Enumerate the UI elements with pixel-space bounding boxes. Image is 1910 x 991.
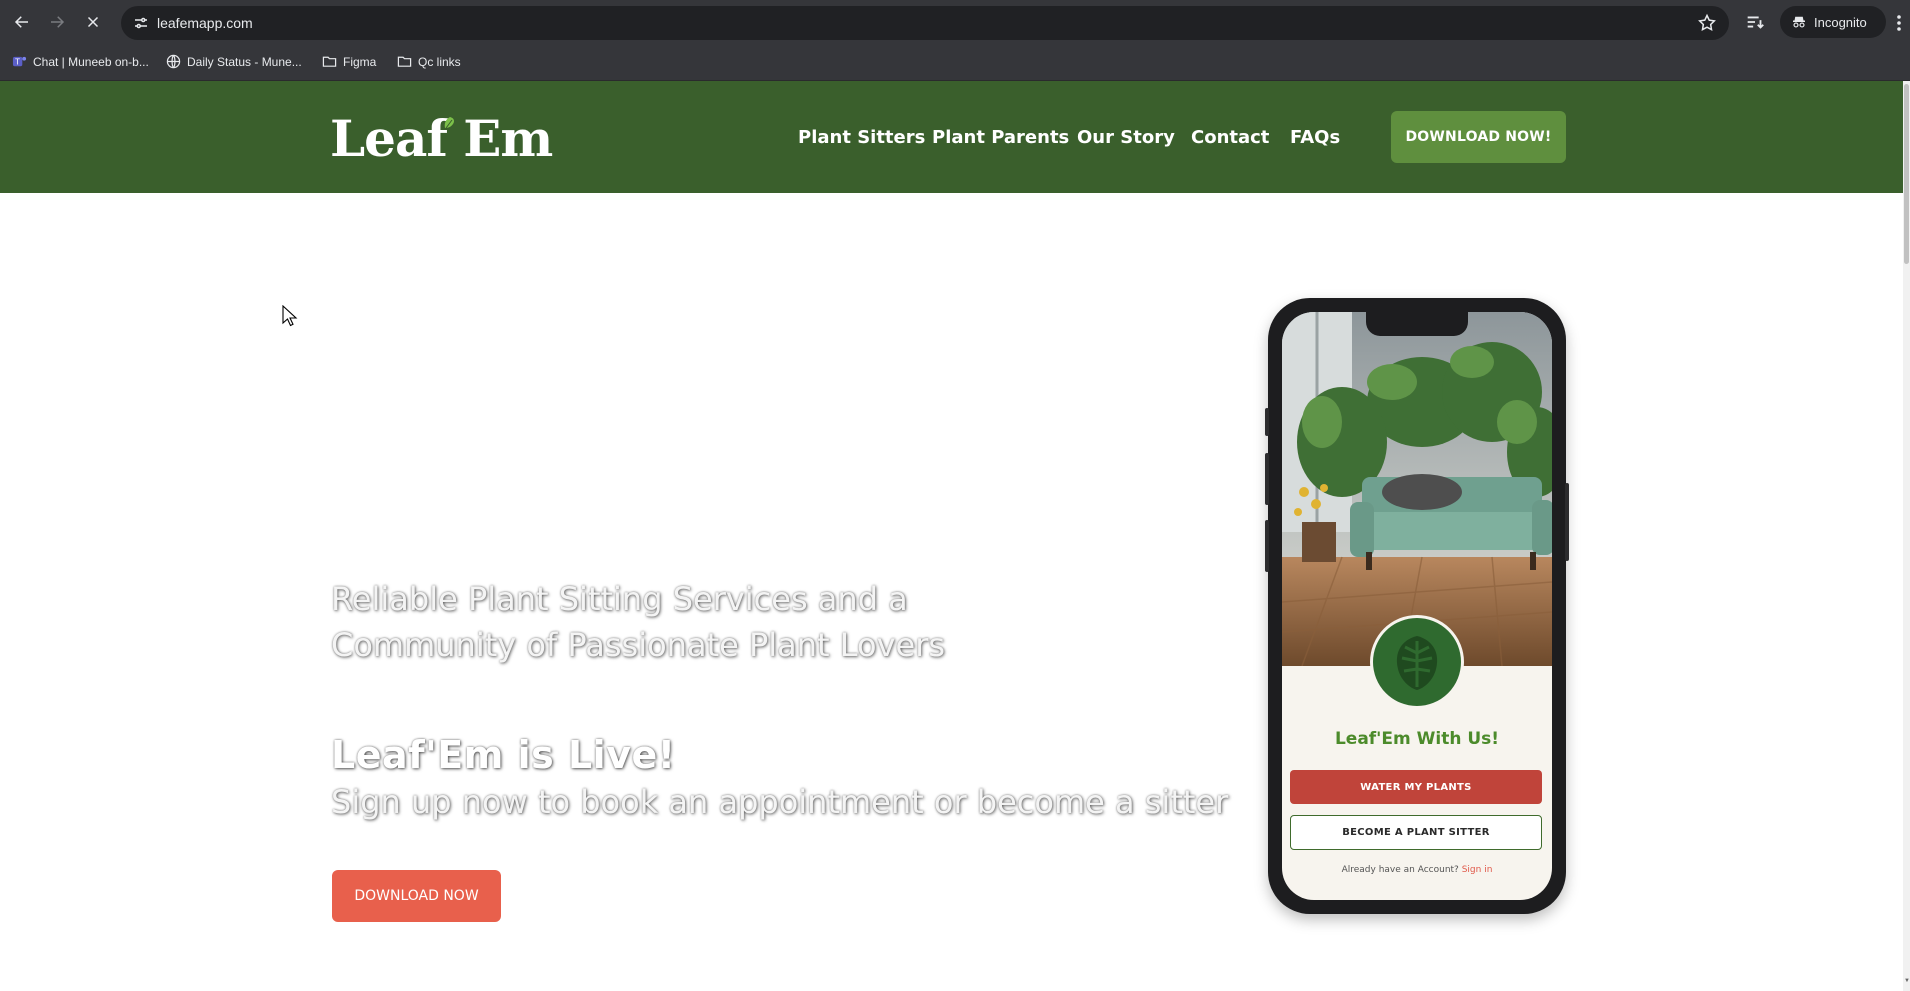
incognito-icon (1793, 16, 1805, 28)
hero-download-button[interactable]: DOWNLOAD NOW (332, 870, 501, 922)
scrollbar-thumb[interactable] (1904, 84, 1909, 264)
browser-toolbar: leafemapp.com Incognito (0, 0, 1910, 45)
monstera-logo-icon (1370, 615, 1464, 709)
bookmark-label: Figma (343, 54, 377, 69)
phone-mockup: Leaf'Em With Us! WATER MY PLANTS BECOME … (1265, 298, 1569, 914)
address-bar[interactable]: leafemapp.com (121, 6, 1729, 40)
phone-notch (1366, 312, 1468, 336)
nav-plant-parents[interactable]: Plant Parents (932, 127, 1069, 148)
phone-screen: Leaf'Em With Us! WATER MY PLANTS BECOME … (1282, 312, 1552, 900)
hero-subheading: Sign up now to book an appointment or be… (331, 783, 1229, 821)
tab-search-icon[interactable] (1744, 11, 1766, 33)
phone-button (1565, 483, 1569, 561)
water-my-plants-button[interactable]: WATER MY PLANTS (1290, 770, 1542, 804)
tune-icon[interactable] (132, 14, 150, 32)
url-text[interactable]: leafemapp.com (157, 15, 253, 31)
bookmark-item[interactable]: Qc links (397, 54, 461, 69)
hero-tagline: Reliable Plant Sitting Services and a Co… (331, 576, 1051, 668)
phone-button (1265, 520, 1269, 572)
globe-icon (166, 54, 181, 69)
folder-icon (322, 56, 337, 67)
nav-contact[interactable]: Contact (1191, 127, 1269, 148)
hero-tagline-line: Reliable Plant Sitting Services and a (331, 580, 908, 618)
hero-live-heading: Leaf'Em is Live! (331, 733, 676, 777)
signin-prompt-text: Already have an Account? (1341, 865, 1459, 875)
back-arrow-icon[interactable] (10, 10, 34, 34)
forward-arrow-icon[interactable] (45, 10, 69, 34)
leaf-icon (444, 117, 454, 129)
bookmark-item[interactable]: Figma (322, 54, 376, 69)
kebab-menu-icon[interactable] (1893, 12, 1905, 34)
signin-prompt: Already have an Account? Sign in (1282, 865, 1552, 875)
bookmark-label: Daily Status - Mune... (187, 54, 302, 69)
nav-our-story[interactable]: Our Story (1077, 127, 1175, 148)
bookmark-label: Qc links (418, 54, 461, 69)
nav-faqs[interactable]: FAQs (1290, 127, 1340, 148)
nav-plant-sitters[interactable]: Plant Sitters (798, 127, 925, 148)
bookmark-item[interactable]: T Chat | Muneeb on-b... (12, 54, 149, 69)
close-icon[interactable] (81, 10, 105, 34)
site-header: Leaf Em Plant Sitters Plant Parents Our … (0, 81, 1903, 193)
header-download-button[interactable]: DOWNLOAD NOW! (1391, 111, 1566, 163)
star-icon[interactable] (1697, 13, 1717, 33)
bookmarks-bar: T Chat | Muneeb on-b... Daily Status - M… (0, 45, 1910, 81)
bookmark-item[interactable]: Daily Status - Mune... (166, 54, 302, 69)
signin-link[interactable]: Sign in (1462, 865, 1493, 875)
teams-icon: T (12, 56, 27, 66)
svg-text:T: T (14, 57, 20, 66)
living-room-photo (1282, 312, 1552, 666)
hero-tagline-line: Community of Passionate Plant Lovers (331, 626, 946, 664)
become-plant-sitter-button[interactable]: BECOME A PLANT SITTER (1290, 815, 1542, 850)
scroll-down-arrow-icon[interactable]: ▼ (1904, 978, 1910, 984)
app-title: Leaf'Em With Us! (1334, 729, 1500, 749)
bookmark-label: Chat | Muneeb on-b... (33, 54, 149, 69)
phone-button (1265, 453, 1269, 505)
incognito-profile-button[interactable]: Incognito (1780, 6, 1886, 38)
mouse-cursor-icon (282, 305, 298, 327)
folder-icon (397, 56, 412, 67)
incognito-label: Incognito (1814, 14, 1867, 30)
phone-button (1265, 408, 1269, 436)
